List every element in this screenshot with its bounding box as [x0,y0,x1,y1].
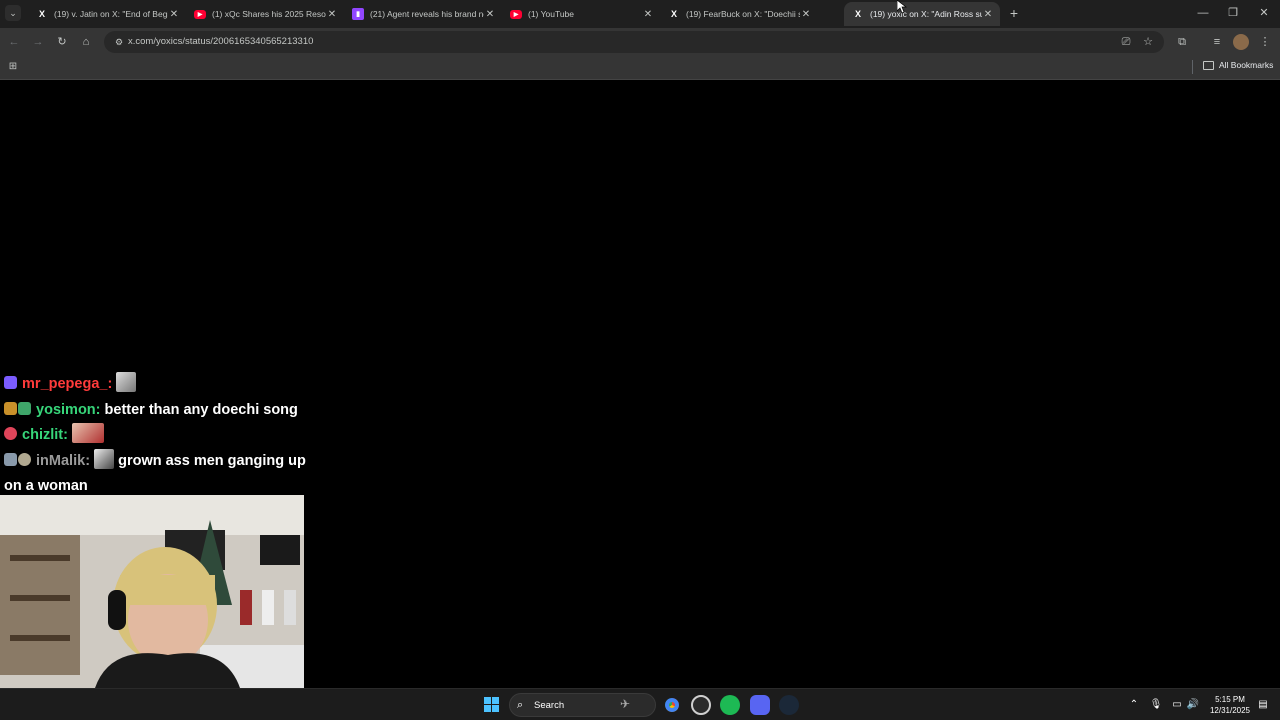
minimize-button[interactable]: — [1195,5,1211,21]
close-icon[interactable]: ✕ [168,9,180,20]
x-icon: X [38,9,45,19]
chat-message: mr_pepega_: [4,372,324,398]
emote-icon [94,448,115,469]
chat-text: better than any doechi song [104,401,298,418]
badge-icon [18,401,31,415]
search-icon: ⌕ [517,699,524,711]
badge-icon [4,401,17,415]
bookmarks-bar: ⊞ All Bookmarks [0,56,1280,80]
tab-jatin[interactable]: X (19) v. Jatin on X: "End of Begin ✕ [28,2,186,26]
subscriber-badge-icon [4,376,17,389]
close-icon[interactable]: ✕ [800,9,812,20]
extensions-icon[interactable]: ⧉ [1174,34,1190,50]
close-icon[interactable]: ✕ [326,9,338,20]
youtube-icon: ▶ [194,9,206,19]
network-icon[interactable]: ▭ [1170,698,1184,712]
folder-icon [1203,60,1214,70]
tab-title: (19) FearBuck on X: "Doechii se [686,9,800,19]
tab-youtube[interactable]: ▶ (1) YouTube ✕ [502,2,660,26]
x-icon: X [670,9,677,19]
taskbar-clock[interactable]: 5:15 PM 12/31/2025 [1206,694,1254,716]
webcam-feed [0,495,304,688]
chat-username: yosimon [36,401,96,418]
all-bookmarks-button[interactable]: All Bookmarks [1203,60,1273,70]
close-window-button[interactable]: ✕ [1256,5,1272,21]
tab-agent-twitch[interactable]: ▮ (21) Agent reveals his brand ne ✕ [344,2,502,26]
tab-title: (21) Agent reveals his brand ne [370,9,484,19]
tab-fearbuck[interactable]: X (19) FearBuck on X: "Doechii se ✕ [660,2,818,26]
close-icon[interactable]: ✕ [982,9,994,20]
taskbar-search-box[interactable]: ⌕ Search ✈ [509,693,656,717]
divider [1192,60,1193,74]
spotify-icon[interactable] [720,695,740,715]
windows-start-button[interactable] [484,697,499,712]
heart-badge-icon [4,427,17,440]
tab-title: (19) v. Jatin on X: "End of Begin [54,9,168,19]
menu-icon[interactable]: ⋮ [1257,34,1273,50]
stream-chat-overlay: mr_pepega_: yosimon: better than any doe… [4,372,324,500]
browser-toolbar: ← → ↻ ⌂ ⚙ x.com/yoxics/status/2006165340… [0,28,1280,56]
close-icon[interactable]: ✕ [484,9,496,20]
emote-icon [116,372,137,392]
home-button[interactable]: ⌂ [78,34,94,50]
volume-icon[interactable]: 🔊 [1186,698,1200,712]
clock-date: 12/31/2025 [1209,706,1251,715]
chat-username: chizlit [22,427,64,443]
chat-message: inMalik: grown ass men ganging up on a w… [4,448,324,500]
all-bookmarks-label: All Bookmarks [1219,60,1274,70]
x-icon: X [854,9,861,19]
tab-xqc-youtube[interactable]: ▶ (1) xQc Shares his 2025 Resolut ✕ [186,2,344,26]
notifications-icon[interactable]: ▤ [1256,698,1270,712]
windows-taskbar: ⌕ Search ✈ ⌃ 🎙 ▭ 🔊 5:15 PM 12/31/2025 ▤ [0,688,1280,720]
address-bar[interactable]: ⚙ x.com/yoxics/status/200616534056521331… [104,31,1164,53]
chat-message: chizlit: [4,423,324,449]
media-controls-icon[interactable]: ≡ [1209,34,1225,50]
chat-username: inMalik [36,452,86,469]
tab-title: (19) yoxic on X: "Adin Ross surg [870,9,982,19]
reload-button[interactable]: ↻ [54,34,70,50]
back-button[interactable]: ← [6,34,22,50]
close-icon[interactable]: ✕ [642,9,654,20]
tab-search-icon[interactable]: ⌄ [5,5,21,21]
badge-icon [4,452,17,466]
tab-title: (1) YouTube [528,9,574,19]
emote-icon [72,423,104,443]
bookmark-star-icon[interactable]: ☆ [1140,34,1156,50]
show-hidden-icons-icon[interactable]: ⌃ [1127,698,1141,712]
youtube-icon: ▶ [510,9,522,19]
tab-title: (1) xQc Shares his 2025 Resolut [212,9,326,19]
browser-tab-strip: ⌄ X (19) v. Jatin on X: "End of Begin ✕ … [0,0,1280,28]
forward-button[interactable]: → [30,34,46,50]
profile-avatar[interactable] [1233,34,1249,50]
taskbar-search-label: Search [534,700,565,711]
restore-button[interactable]: ❐ [1225,5,1241,21]
chat-username: mr_pepega_ [22,376,108,392]
obs-icon[interactable] [691,695,711,715]
new-tab-button[interactable]: + [1006,5,1022,21]
microphone-icon[interactable]: 🎙 [1149,698,1163,712]
clock-time: 5:15 PM [1215,695,1245,704]
search-highlight-icon: ✈ [620,697,631,711]
discord-icon[interactable] [750,695,770,715]
badge-icon [18,452,31,466]
mouse-cursor-icon [897,0,907,14]
tab-yoxic-active[interactable]: X (19) yoxic on X: "Adin Ross surg ✕ [844,2,1000,26]
apps-grid-icon[interactable]: ⊞ [6,60,20,74]
webcam-image [0,495,304,688]
twitch-icon: ▮ [352,8,364,20]
chat-message: yosimon: better than any doechi song [4,398,324,424]
install-app-icon[interactable]: ⎚ [1118,34,1134,50]
url-text[interactable]: x.com/yoxics/status/2006165340565213310 [128,36,313,47]
chrome-icon[interactable] [662,695,682,715]
steam-icon[interactable] [779,695,799,715]
site-info-icon[interactable]: ⚙ [112,35,126,49]
